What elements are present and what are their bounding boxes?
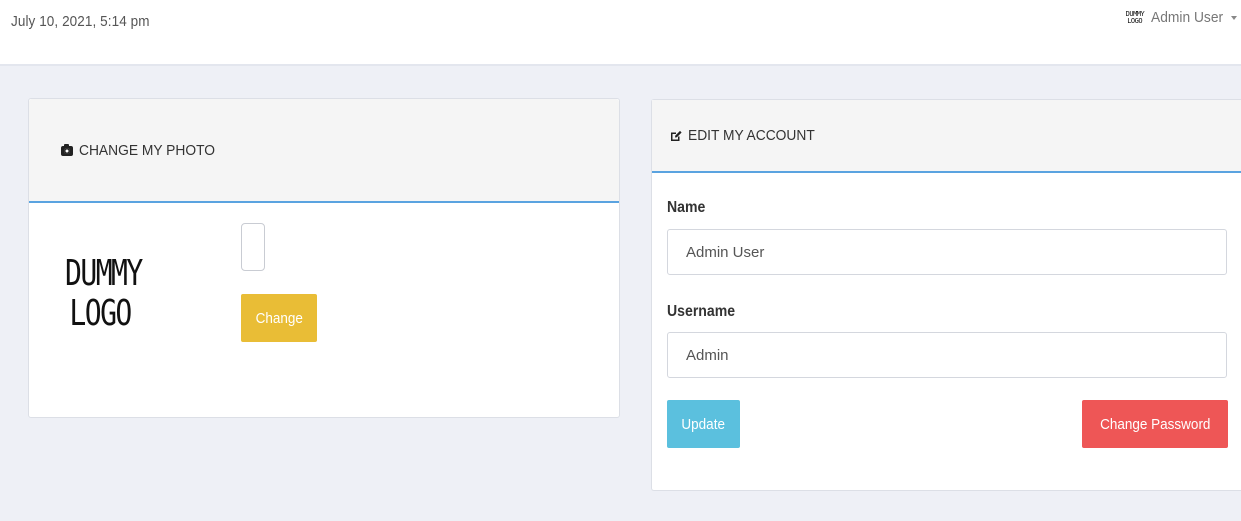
logo-line1: DUMMY: [65, 253, 143, 294]
change-photo-button[interactable]: Change: [241, 294, 317, 342]
update-button-label: Update: [681, 415, 726, 433]
user-name: Admin User: [1150, 9, 1223, 26]
top-bar: July 10, 2021, 5:14 pm DUMMY LOGO Admin …: [0, 0, 1241, 66]
change-password-button-label: Change Password: [1099, 415, 1211, 433]
username-input[interactable]: [667, 332, 1227, 378]
caret-down-icon: [1231, 15, 1237, 20]
change-photo-panel: CHANGE MY PHOTO DUMMY LOGO Change: [28, 98, 620, 418]
edit-account-title: EDIT MY ACCOUNT: [688, 127, 815, 144]
profile-photo: DUMMY LOGO: [65, 253, 143, 334]
edit-icon: [671, 130, 682, 141]
current-datetime: July 10, 2021, 5:14 pm: [11, 13, 150, 30]
user-avatar: DUMMY LOGO: [1126, 10, 1145, 25]
change-photo-header: CHANGE MY PHOTO: [29, 99, 619, 203]
username-label: Username: [667, 303, 736, 320]
user-avatar-line2: LOGO: [1127, 16, 1143, 25]
change-photo-button-label: Change: [255, 309, 303, 327]
change-password-button[interactable]: Change Password: [1082, 400, 1228, 448]
camera-icon: [61, 143, 73, 156]
edit-account-header: EDIT MY ACCOUNT: [652, 100, 1241, 173]
update-button[interactable]: Update: [667, 400, 740, 448]
photo-file-input[interactable]: [241, 223, 265, 271]
logo-line2: LOGO: [69, 293, 132, 334]
edit-account-panel: EDIT MY ACCOUNT Name Username Update Cha…: [651, 99, 1241, 491]
name-label: Name: [667, 199, 706, 216]
name-input[interactable]: [667, 229, 1227, 275]
change-photo-title: CHANGE MY PHOTO: [79, 141, 215, 159]
user-menu[interactable]: DUMMY LOGO Admin User: [1126, 9, 1237, 26]
